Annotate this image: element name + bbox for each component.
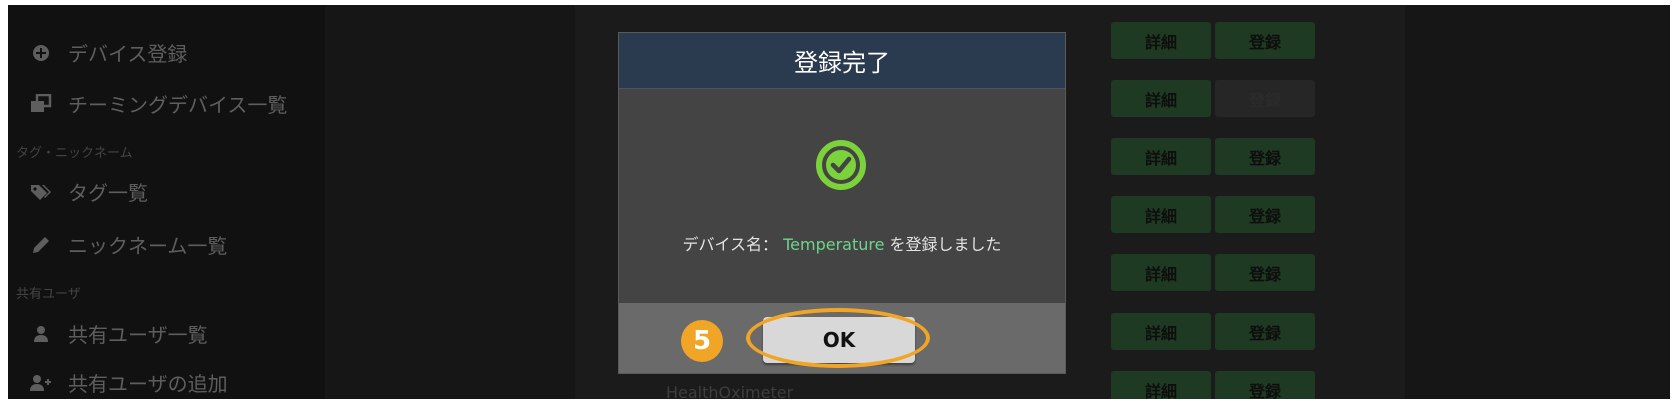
highlight-ring bbox=[746, 308, 930, 368]
sidebar-item-label: デバイス登録 bbox=[68, 42, 188, 66]
register-button[interactable]: 登録 bbox=[1215, 196, 1315, 233]
dialog-message: デバイス名： Temperature を登録しました bbox=[619, 231, 1065, 255]
user-plus-icon bbox=[28, 372, 54, 394]
sidebar-item-teaming-devices[interactable]: チーミングデバイス一覧 bbox=[28, 89, 287, 118]
dialog-title: 登録完了 bbox=[619, 33, 1065, 89]
tags-icon bbox=[28, 181, 54, 203]
sidebar-item-label: 共有ユーザ一覧 bbox=[68, 323, 208, 347]
register-button[interactable]: 登録 bbox=[1215, 254, 1315, 291]
dialog-footer: 5 OK bbox=[619, 303, 1065, 373]
detail-button[interactable]: 詳細 bbox=[1111, 80, 1211, 117]
sidebar-item-label: ニックネーム一覧 bbox=[68, 234, 228, 258]
detail-button[interactable]: 詳細 bbox=[1111, 138, 1211, 175]
detail-button[interactable]: 詳細 bbox=[1111, 196, 1211, 233]
message-prefix: デバイス名： bbox=[682, 235, 778, 254]
plus-circle-icon bbox=[28, 42, 54, 64]
detail-button[interactable]: 詳細 bbox=[1111, 313, 1211, 350]
sidebar-item-shared-users[interactable]: 共有ユーザ一覧 bbox=[28, 319, 208, 348]
sidebar-item-label: タグ一覧 bbox=[68, 181, 148, 205]
sidebar-item-add-shared-user[interactable]: 共有ユーザの追加 bbox=[28, 368, 228, 397]
sidebar-item-nicknames[interactable]: ニックネーム一覧 bbox=[28, 230, 227, 259]
message-suffix: を登録しました bbox=[889, 235, 1002, 254]
registration-complete-dialog: 登録完了 デバイス名： Temperature を登録しました 5 OK bbox=[618, 32, 1066, 374]
app-window: ··· デバイス登録 チーミングデバイス一覧 タグ・ニックネーム タグ一覧 ニッ bbox=[8, 5, 1670, 399]
register-button[interactable]: 登録 bbox=[1215, 313, 1315, 350]
sidebar: ··· デバイス登録 チーミングデバイス一覧 タグ・ニックネーム タグ一覧 ニッ bbox=[8, 5, 325, 399]
check-circle-icon bbox=[815, 139, 867, 191]
sidebar-cut-off-item: ··· bbox=[68, 5, 83, 12]
sidebar-item-tags[interactable]: タグ一覧 bbox=[28, 177, 148, 206]
user-icon bbox=[28, 323, 54, 345]
detail-button[interactable]: 詳細 bbox=[1111, 254, 1211, 291]
sidebar-section-tags: タグ・ニックネーム bbox=[16, 146, 133, 161]
clone-icon bbox=[28, 93, 54, 115]
detail-button[interactable]: 詳細 bbox=[1111, 22, 1211, 59]
sidebar-section-shared-users: 共有ユーザ bbox=[16, 287, 81, 302]
pencil-icon bbox=[28, 234, 54, 256]
device-name: Temperature bbox=[783, 235, 885, 254]
register-button-disabled: 登録 bbox=[1215, 80, 1315, 117]
detail-button[interactable]: 詳細 bbox=[1111, 371, 1211, 399]
device-name-cell: HealthOximeter bbox=[666, 383, 794, 399]
register-button[interactable]: 登録 bbox=[1215, 371, 1315, 399]
step-number-badge: 5 bbox=[681, 320, 723, 362]
dialog-body: デバイス名： Temperature を登録しました bbox=[619, 89, 1065, 303]
sidebar-item-device-register[interactable]: デバイス登録 bbox=[28, 38, 187, 67]
sidebar-item-label: チーミングデバイス一覧 bbox=[68, 93, 288, 117]
register-button[interactable]: 登録 bbox=[1215, 22, 1315, 59]
sidebar-item-label: 共有ユーザの追加 bbox=[68, 372, 228, 396]
register-button[interactable]: 登録 bbox=[1215, 138, 1315, 175]
